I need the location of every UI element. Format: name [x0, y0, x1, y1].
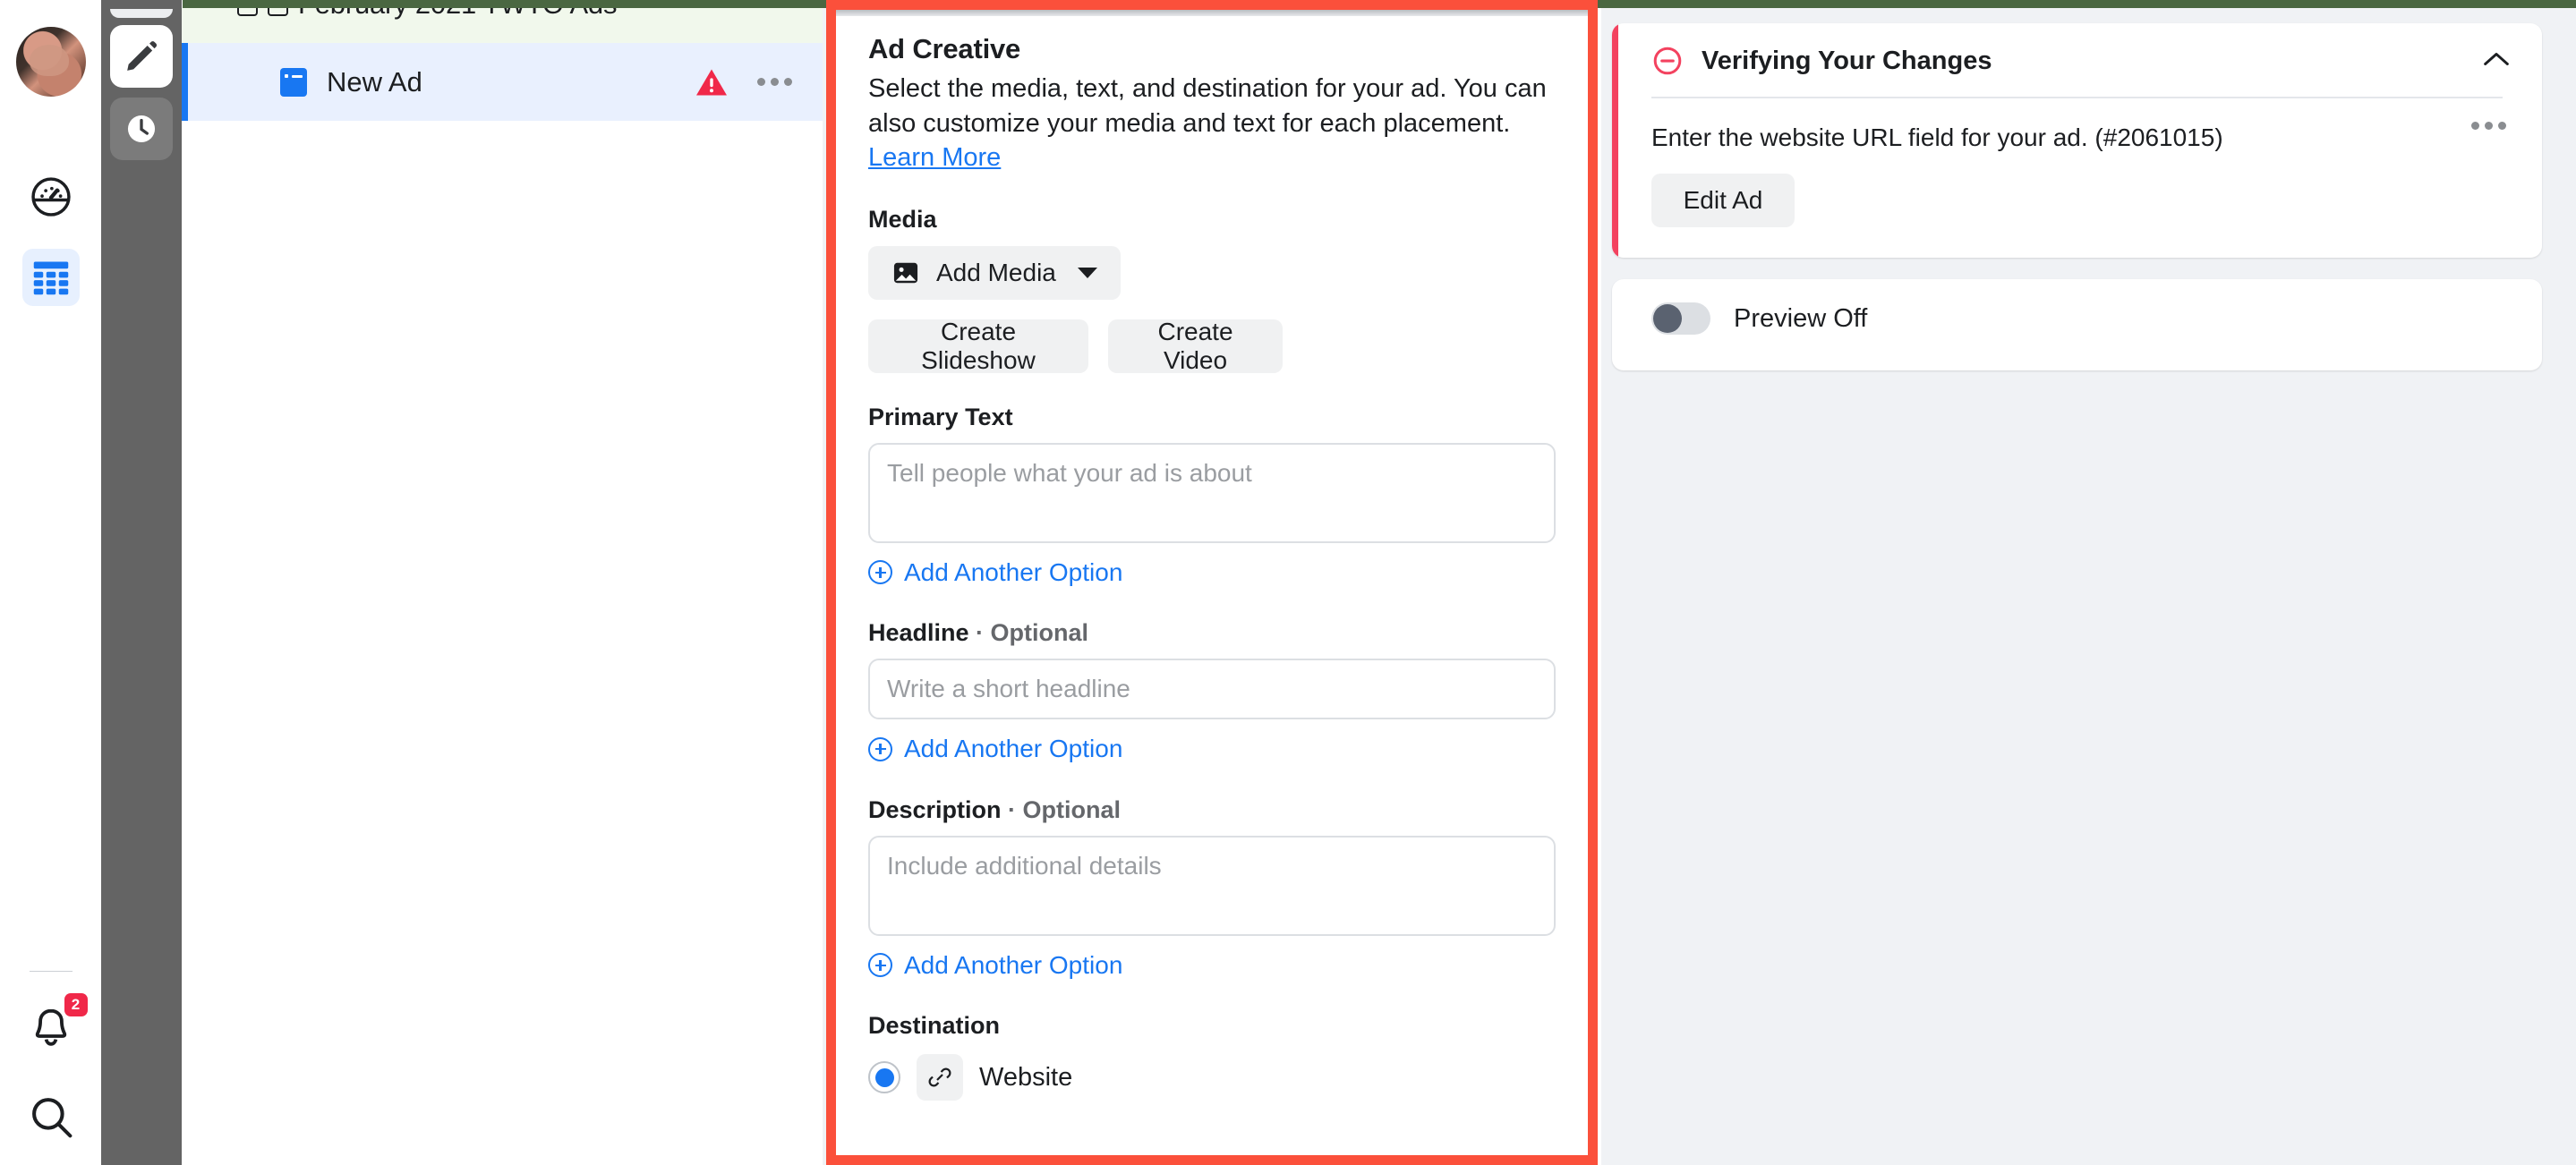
description-label-text: Description — [868, 796, 1002, 823]
create-slideshow-button[interactable]: Create Slideshow — [868, 319, 1088, 373]
add-option-label-3: Add Another Option — [904, 951, 1122, 980]
ad-row-more-button[interactable] — [757, 78, 792, 86]
error-icon — [1651, 45, 1684, 77]
destination-label: Destination — [868, 1012, 1556, 1040]
description-optional-text: · Optional — [1002, 796, 1121, 823]
media-label: Media — [868, 206, 1556, 234]
learn-more-link[interactable]: Learn More — [868, 143, 1001, 172]
destination-website-label: Website — [979, 1063, 1072, 1093]
headline-label-text: Headline — [868, 619, 969, 646]
tool-strip — [101, 0, 182, 1165]
page-title: Ad Creative — [868, 33, 1556, 65]
search-button[interactable] — [27, 1093, 75, 1145]
add-another-option-description[interactable]: Add Another Option — [868, 951, 1122, 980]
verifying-changes-card: Verifying Your Changes Enter the website… — [1612, 23, 2542, 258]
tool-button-partial[interactable] — [110, 9, 173, 18]
campaign-checkbox-1[interactable] — [237, 8, 258, 16]
destination-website-option[interactable]: Website — [868, 1054, 1556, 1101]
app-root: 2 February 2021 — [0, 0, 2576, 1165]
add-media-label: Add Media — [936, 259, 1056, 287]
verifying-changes-title: Verifying Your Changes — [1702, 47, 1992, 76]
pencil-icon — [124, 38, 159, 74]
ad-creative-panel: Ad Creative Select the media, text, and … — [826, 0, 1598, 1165]
notifications-button[interactable]: 2 — [27, 1004, 75, 1057]
right-column: Verifying Your Changes Enter the website… — [1601, 8, 2576, 1165]
avatar[interactable] — [16, 27, 86, 97]
ad-label: New Ad — [327, 66, 422, 98]
link-icon — [926, 1064, 953, 1091]
ad-row[interactable]: New Ad — [182, 43, 823, 121]
ad-row-actions — [695, 43, 823, 121]
plus-circle-icon — [868, 953, 892, 977]
search-icon — [27, 1093, 75, 1141]
create-video-button[interactable]: Create Video — [1108, 319, 1283, 373]
chevron-down-icon — [1078, 268, 1097, 278]
preview-toggle-label: Preview Off — [1734, 304, 1867, 334]
campaign-label: February 2021 TWTO Ads — [298, 8, 617, 21]
plus-circle-icon — [868, 560, 892, 584]
table-icon[interactable] — [22, 249, 80, 306]
campaign-checkbox-2[interactable] — [268, 8, 288, 16]
verification-message: Enter the website URL field for your ad.… — [1651, 123, 2512, 152]
edit-ad-button[interactable]: Edit Ad — [1651, 174, 1795, 227]
headline-input[interactable] — [868, 659, 1556, 719]
history-tool-button[interactable] — [110, 98, 173, 160]
collapse-card-button[interactable] — [2481, 49, 2512, 73]
add-option-label-2: Add Another Option — [904, 735, 1122, 763]
campaign-row[interactable]: February 2021 TWTO Ads — [182, 8, 823, 43]
ad-icon — [280, 68, 307, 97]
warning-icon[interactable] — [695, 67, 729, 98]
image-icon — [891, 259, 920, 287]
gauge-icon[interactable] — [24, 170, 78, 224]
description-input[interactable] — [868, 836, 1556, 936]
add-another-option-headline[interactable]: Add Another Option — [868, 735, 1122, 763]
clock-icon — [123, 110, 160, 148]
primary-text-label: Primary Text — [868, 404, 1556, 431]
add-another-option-primary-text[interactable]: Add Another Option — [868, 558, 1122, 587]
description-label: Description · Optional — [868, 796, 1556, 824]
campaign-tree-column: February 2021 TWTO Ads New Ad — [182, 8, 823, 1165]
preview-card: Preview Off — [1612, 279, 2542, 370]
notification-badge: 2 — [64, 993, 88, 1016]
headline-optional-text: · Optional — [969, 619, 1088, 646]
toggle-knob — [1653, 304, 1682, 333]
headline-label: Headline · Optional — [868, 619, 1556, 647]
edit-tool-button[interactable] — [110, 25, 173, 88]
rail-divider — [30, 971, 73, 972]
primary-text-input[interactable] — [868, 443, 1556, 543]
verification-more-button[interactable] — [2471, 122, 2506, 130]
page-description-text: Select the media, text, and destination … — [868, 74, 1547, 138]
link-icon-chip — [917, 1054, 963, 1101]
add-option-label-1: Add Another Option — [904, 558, 1122, 587]
preview-toggle[interactable] — [1651, 302, 1710, 335]
plus-circle-icon — [868, 737, 892, 761]
radio-selected-dot — [875, 1068, 894, 1087]
chevron-up-icon — [2481, 49, 2512, 69]
page-description: Select the media, text, and destination … — [868, 72, 1556, 175]
add-media-button[interactable]: Add Media — [868, 246, 1121, 300]
destination-radio-website[interactable] — [868, 1061, 900, 1093]
left-rail: 2 — [0, 0, 101, 1165]
